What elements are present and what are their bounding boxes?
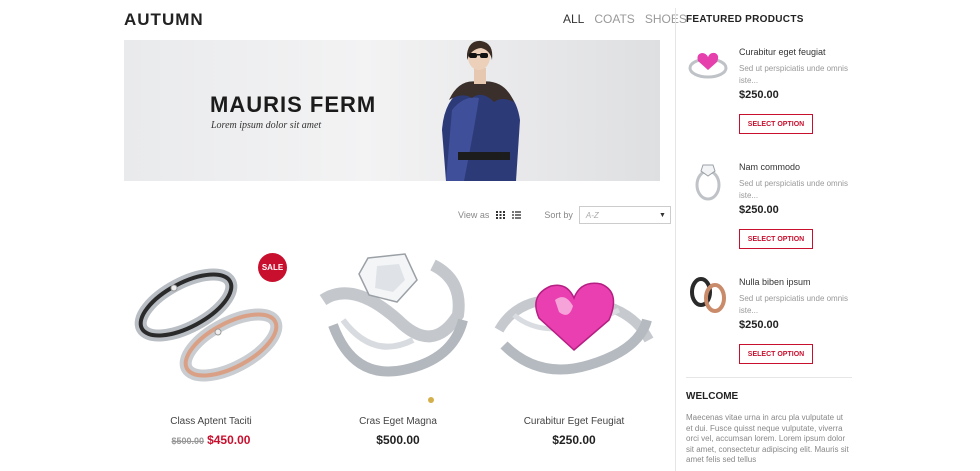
featured-thumb-pink-ring[interactable] [686, 42, 731, 87]
collection-title: AUTUMN [124, 10, 204, 29]
sort-by-label: Sort by [544, 210, 573, 220]
welcome-heading: WELCOME [686, 391, 739, 402]
product-card[interactable]: Curabitur Eget Feugiat $250.00 [489, 240, 659, 470]
sort-select-value: A-Z [585, 210, 599, 220]
featured-item-name[interactable]: Nulla biben ipsum [739, 277, 811, 287]
featured-item-description: Sed ut perspiciatis unde omnis iste... [739, 179, 848, 200]
dropdown-arrow-icon: ▼ [658, 211, 666, 219]
filter-tab-all[interactable]: ALL [563, 12, 584, 26]
filter-tabs: ALL COATS SHOES [563, 12, 687, 26]
promo-banner[interactable]: MAURIS FERM Lorem ipsum dolor sit amet [124, 40, 660, 181]
select-option-button[interactable]: SELECT OPTION [739, 229, 813, 249]
featured-item-name[interactable]: Nam commodo [739, 162, 800, 172]
product-name[interactable]: Class Aptent Taciti [126, 416, 296, 427]
grid-view-icon[interactable] [496, 211, 506, 219]
product-price: $250.00 [552, 433, 596, 447]
banner-heading: MAURIS FERM [210, 92, 377, 117]
product-name[interactable]: Curabitur Eget Feugiat [489, 416, 659, 427]
featured-thumb-solitaire-ring[interactable] [686, 157, 731, 202]
list-view-icon[interactable] [512, 211, 522, 219]
select-option-button[interactable]: SELECT OPTION [739, 114, 813, 134]
filter-tab-coats[interactable]: COATS [594, 12, 634, 26]
featured-thumb-couple-rings[interactable] [686, 272, 731, 317]
featured-item-description: Sed ut perspiciatis unde omnis iste... [739, 294, 848, 315]
filter-tab-shoes[interactable]: SHOES [645, 12, 687, 26]
banner-model-image [442, 40, 520, 181]
featured-item-price: $250.00 [739, 319, 779, 331]
sort-select[interactable]: A-Z ▼ [578, 206, 671, 224]
product-image-pink-heart-ring [494, 282, 654, 375]
banner-subheading: Lorem ipsum dolor sit amet [211, 120, 322, 131]
featured-item-price: $250.00 [739, 89, 779, 101]
product-sale-price: $450.00 [207, 433, 251, 447]
sidebar-divider [675, 8, 676, 471]
view-as-label: View as [458, 210, 490, 220]
product-image-diamond-ring [319, 253, 468, 403]
welcome-divider [686, 377, 852, 378]
product-name[interactable]: Cras Eget Magna [313, 416, 483, 427]
sale-badge: SALE [258, 253, 287, 282]
product-card[interactable]: Cras Eget Magna $500.00 [313, 240, 483, 470]
product-price: $500.00 $450.00 [126, 433, 296, 447]
featured-item-name[interactable]: Curabitur eget feugiat [739, 47, 826, 57]
featured-item: Nulla biben ipsum Sed ut perspiciatis un… [686, 272, 856, 372]
featured-products-heading: FEATURED PRODUCTS [686, 14, 804, 25]
featured-item-description: Sed ut perspiciatis unde omnis iste... [739, 64, 848, 85]
product-toolbar: View as Sort by A-Z ▼ [458, 206, 671, 224]
featured-item-price: $250.00 [739, 204, 779, 216]
product-old-price: $500.00 [171, 436, 205, 446]
product-price: $500.00 [376, 433, 420, 447]
featured-item: Curabitur eget feugiat Sed ut perspiciat… [686, 42, 856, 142]
welcome-text: Maecenas vitae urna in arcu pla vulputat… [686, 413, 849, 464]
select-option-button[interactable]: SELECT OPTION [739, 344, 813, 364]
featured-item: Nam commodo Sed ut perspiciatis unde omn… [686, 157, 856, 257]
